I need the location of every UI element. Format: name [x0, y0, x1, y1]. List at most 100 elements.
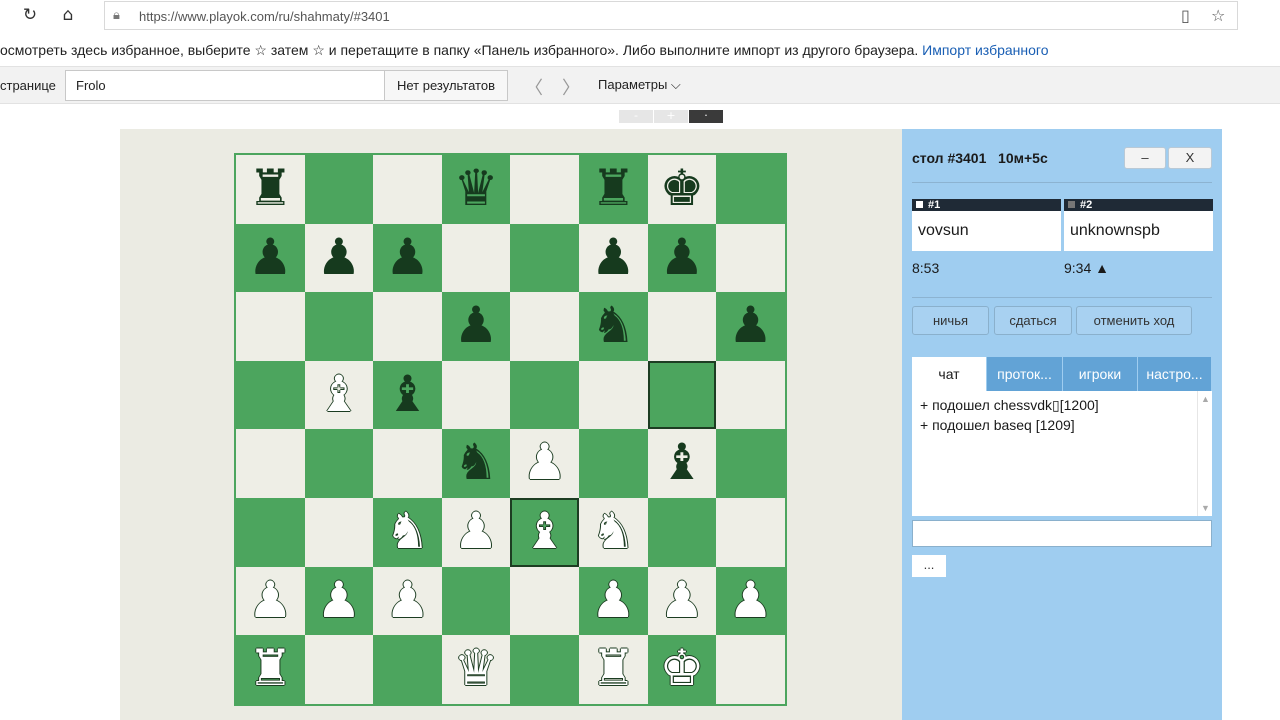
- board-square[interactable]: [304, 498, 374, 567]
- find-input[interactable]: Frolo: [65, 70, 385, 101]
- resign-button[interactable]: сдаться: [994, 306, 1072, 335]
- more-button[interactable]: ...: [912, 555, 946, 577]
- board-square[interactable]: [236, 292, 305, 361]
- board-square[interactable]: [510, 635, 579, 704]
- board-square[interactable]: [510, 155, 579, 224]
- chess-board[interactable]: ♜ ♛ ♜ ♚ ♟ ♟ ♟ ♟ ♟ ♟ ♞ ♟ ♝ ♝ ♞ ♟ ♝ ♞ ♟ ♝ ♞ ♟ ♟ ♟ ♟ ♟ ♟ ♜ ♛ ♜ ♚: [234, 153, 787, 706]
- white-pawn-icon[interactable]: ♟: [648, 567, 717, 636]
- black-knight-icon[interactable]: ♞: [442, 429, 511, 498]
- black-pawn-icon[interactable]: ♟: [579, 224, 648, 293]
- board-square[interactable]: [304, 429, 374, 498]
- white-knight-icon[interactable]: ♞: [373, 498, 442, 567]
- board-square[interactable]: [304, 635, 374, 704]
- scroll-up-icon[interactable]: ▲: [1201, 394, 1210, 404]
- white-queen-icon[interactable]: ♛: [442, 635, 511, 704]
- black-pawn-icon[interactable]: ♟: [373, 224, 442, 293]
- black-queen-icon[interactable]: ♛: [442, 155, 511, 224]
- favorites-hint: осмотреть здесь избранное, выберите ☆ за…: [0, 42, 919, 58]
- black-pawn-icon[interactable]: ♟: [648, 224, 717, 293]
- black-rook-icon[interactable]: ♜: [236, 155, 305, 224]
- board-square[interactable]: [510, 566, 579, 636]
- white-rook-icon[interactable]: ♜: [579, 635, 648, 704]
- zoom-out-button[interactable]: -: [619, 110, 653, 123]
- board-square[interactable]: [647, 360, 717, 430]
- tab-players[interactable]: игроки: [1063, 357, 1138, 391]
- black-pawn-icon[interactable]: ♟: [442, 292, 511, 361]
- board-square[interactable]: [579, 360, 648, 430]
- player-1-clock: 8:53: [912, 260, 940, 276]
- board-square[interactable]: [716, 155, 785, 224]
- board-square[interactable]: [236, 498, 305, 567]
- white-pawn-icon[interactable]: ♟: [442, 498, 511, 567]
- board-square[interactable]: [304, 155, 374, 224]
- white-knight-icon[interactable]: ♞: [579, 498, 648, 567]
- white-king-icon[interactable]: ♚: [648, 635, 717, 704]
- black-rook-icon[interactable]: ♜: [579, 155, 648, 224]
- black-pawn-icon[interactable]: ♟: [236, 224, 305, 293]
- board-square[interactable]: [579, 429, 648, 498]
- url-field[interactable]: 🔒︎ https://www.playok.com/ru/shahmaty/#3…: [104, 1, 1238, 30]
- black-bishop-icon[interactable]: ♝: [373, 361, 442, 430]
- board-square[interactable]: [236, 429, 305, 498]
- white-bishop-icon[interactable]: ♝: [305, 361, 374, 430]
- zoom-in-button[interactable]: +: [654, 110, 688, 123]
- white-pawn-icon[interactable]: ♟: [373, 567, 442, 636]
- board-square[interactable]: [716, 498, 785, 567]
- white-pawn-icon[interactable]: ♟: [716, 567, 785, 636]
- favorite-star-icon[interactable]: ☆: [1211, 6, 1225, 25]
- chat-log[interactable]: + подошел chessvdk▯[1200] + подошел base…: [912, 391, 1212, 516]
- black-pawn-icon[interactable]: ♟: [305, 224, 374, 293]
- board-square[interactable]: [441, 360, 511, 430]
- chat-scrollbar[interactable]: ▲ ▼: [1197, 391, 1212, 516]
- board-square[interactable]: [510, 292, 579, 361]
- board-square[interactable]: [304, 292, 374, 361]
- undo-move-button[interactable]: отменить ход: [1076, 306, 1192, 335]
- board-square[interactable]: [236, 360, 305, 430]
- tab-settings[interactable]: настро...: [1138, 357, 1212, 391]
- board-square[interactable]: [510, 360, 579, 430]
- board-square[interactable]: [441, 566, 511, 636]
- seat-number: #1: [928, 199, 941, 211]
- offer-draw-button[interactable]: ничья: [912, 306, 989, 335]
- black-knight-icon[interactable]: ♞: [579, 292, 648, 361]
- board-square[interactable]: [647, 292, 717, 361]
- close-button[interactable]: X: [1168, 147, 1212, 169]
- white-bishop-icon[interactable]: ♝: [510, 498, 579, 567]
- minimize-button[interactable]: –: [1124, 147, 1166, 169]
- black-bishop-icon[interactable]: ♝: [648, 429, 717, 498]
- white-pawn-icon[interactable]: ♟: [236, 567, 305, 636]
- white-rook-icon[interactable]: ♜: [236, 635, 305, 704]
- home-icon[interactable]: ⌂: [55, 4, 81, 26]
- find-next-icon[interactable]: 〉: [562, 74, 580, 100]
- import-favorites-link[interactable]: Импорт избранного: [922, 42, 1048, 58]
- chat-input[interactable]: [912, 520, 1212, 547]
- find-params-button[interactable]: Параметры ⌵: [598, 77, 681, 93]
- tab-log[interactable]: проток...: [987, 357, 1063, 391]
- board-square[interactable]: [647, 498, 717, 567]
- board-square[interactable]: [373, 635, 442, 704]
- board-square[interactable]: [716, 223, 785, 293]
- player-seat-1[interactable]: #1 vovsun: [912, 199, 1061, 251]
- white-pawn-icon[interactable]: ♟: [579, 567, 648, 636]
- board-square[interactable]: [373, 429, 442, 498]
- white-pawn-icon[interactable]: ♟: [305, 567, 374, 636]
- board-square[interactable]: [441, 223, 511, 293]
- player-seat-2[interactable]: #2 unknownspb: [1064, 199, 1213, 251]
- zoom-reset-button[interactable]: ·: [689, 110, 723, 123]
- refresh-icon[interactable]: ↻: [17, 4, 43, 26]
- white-pawn-icon[interactable]: ♟: [510, 429, 579, 498]
- board-square[interactable]: [510, 223, 579, 293]
- board-square[interactable]: [716, 360, 785, 430]
- black-king-icon[interactable]: ♚: [648, 155, 717, 224]
- board-square[interactable]: [716, 635, 785, 704]
- scroll-down-icon[interactable]: ▼: [1201, 503, 1210, 513]
- tab-chat[interactable]: чат: [912, 357, 987, 391]
- board-square[interactable]: [373, 155, 442, 224]
- board-square[interactable]: [373, 292, 442, 361]
- board-square[interactable]: [716, 429, 785, 498]
- player-2-clock: 9:34 ▲: [1064, 260, 1109, 276]
- reading-view-icon[interactable]: ▯: [1181, 6, 1190, 25]
- find-prev-icon[interactable]: 〈: [525, 74, 543, 100]
- player-seat-header: #1: [912, 199, 1061, 211]
- black-pawn-icon[interactable]: ♟: [716, 292, 785, 361]
